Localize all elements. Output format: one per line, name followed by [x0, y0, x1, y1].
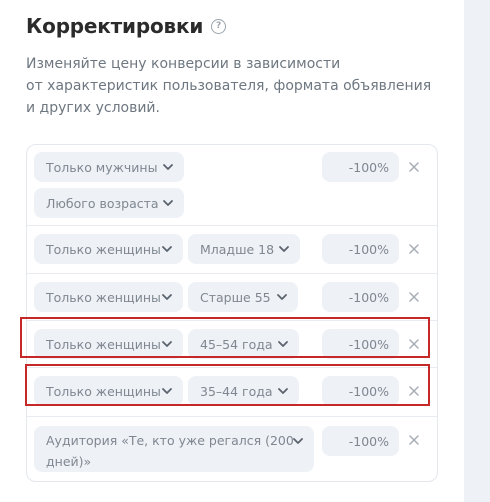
remove-row-icon[interactable] — [407, 384, 421, 398]
page-title: Корректировки — [26, 14, 204, 38]
remove-row-icon[interactable] — [407, 433, 421, 447]
description-line: Изменяйте цену конверсии в зависимости — [26, 56, 341, 72]
remove-row-icon[interactable] — [407, 337, 421, 351]
age-select[interactable]: Любого возраста — [34, 188, 184, 218]
percent-input[interactable]: -100% — [322, 152, 399, 182]
age-select[interactable]: 45–54 года — [188, 329, 299, 359]
remove-row-icon[interactable] — [407, 290, 421, 304]
right-panel-strip — [464, 0, 490, 502]
gender-select-value: Только мужчины — [46, 159, 158, 175]
age-select-value: 35–44 года — [200, 383, 273, 399]
chevron-down-icon — [162, 161, 174, 173]
age-select-value: Младше 18 — [200, 241, 275, 257]
age-select[interactable]: Младше 18 — [188, 234, 300, 264]
gender-select[interactable]: Только женщины — [34, 376, 183, 406]
gender-select[interactable]: Только женщины — [34, 329, 183, 359]
chevron-down-icon — [277, 338, 289, 350]
adjustments-list: Только мужчины Любого возраста -100% Тол… — [26, 144, 438, 482]
chevron-down-icon — [161, 243, 173, 255]
percent-input[interactable]: -100% — [322, 282, 399, 312]
age-select[interactable]: 35–44 года — [188, 376, 299, 406]
row-divider — [27, 367, 437, 368]
row-divider — [27, 320, 437, 321]
gender-select-value: Только женщины — [46, 336, 161, 352]
gender-select-value: Только женщины — [46, 289, 161, 305]
description-line: и других условий. — [26, 100, 160, 116]
chevron-down-icon — [162, 197, 174, 209]
audience-select[interactable]: Аудитория «Те, кто уже регался (200 дней… — [34, 426, 314, 472]
description-line: от характеристик пользователя, формата о… — [26, 78, 432, 94]
chevron-down-icon — [161, 385, 173, 397]
percent-input[interactable]: -100% — [322, 329, 399, 359]
row-divider — [27, 273, 437, 274]
age-select[interactable]: Старше 55 — [188, 282, 298, 312]
chevron-down-icon — [278, 243, 290, 255]
age-select-value: 45–54 года — [200, 336, 273, 352]
remove-row-icon[interactable] — [407, 242, 421, 256]
chevron-down-icon — [276, 291, 288, 303]
chevron-down-icon — [161, 291, 173, 303]
gender-select-value: Только женщины — [46, 241, 161, 257]
remove-row-icon[interactable] — [407, 160, 421, 174]
percent-input[interactable]: -100% — [322, 234, 399, 264]
row-divider — [27, 416, 437, 417]
question-circle-icon[interactable]: ? — [211, 18, 227, 34]
gender-select-value: Только женщины — [46, 383, 161, 399]
age-select-value: Старше 55 — [200, 289, 271, 305]
section-description: Изменяйте цену конверсии в зависимости о… — [26, 53, 436, 119]
gender-select[interactable]: Только мужчины — [34, 152, 184, 182]
chevron-down-icon — [277, 385, 289, 397]
row-divider — [27, 225, 437, 226]
gender-select[interactable]: Только женщины — [34, 234, 183, 264]
percent-input[interactable]: -100% — [322, 426, 399, 456]
chevron-down-icon — [161, 338, 173, 350]
percent-input[interactable]: -100% — [322, 376, 399, 406]
age-select-value: Любого возраста — [46, 195, 159, 211]
section-header: Корректировки ? — [26, 14, 227, 38]
gender-select[interactable]: Только женщины — [34, 282, 183, 312]
audience-select-value: Аудитория «Те, кто уже регался (200 дней… — [46, 433, 294, 469]
chevron-down-icon — [292, 435, 304, 447]
